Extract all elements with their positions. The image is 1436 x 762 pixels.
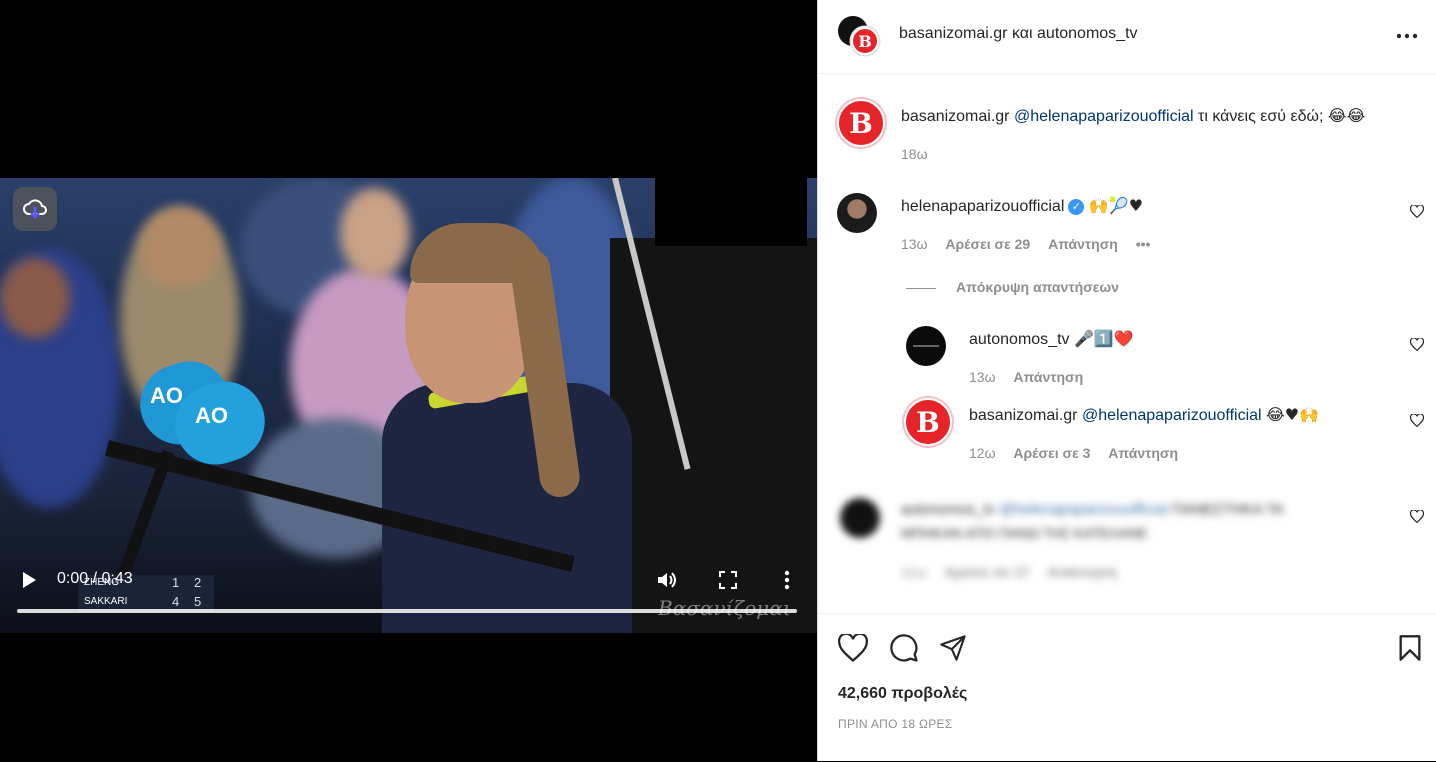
play-icon[interactable] bbox=[20, 570, 38, 590]
caption-emoji: 😂😂 bbox=[1327, 106, 1366, 125]
reply-button[interactable]: Απάντηση bbox=[1048, 236, 1118, 252]
share-icon[interactable] bbox=[939, 634, 967, 662]
avatar[interactable] bbox=[906, 326, 946, 366]
header-user1[interactable]: basanizomai.gr bbox=[899, 25, 1008, 42]
reply-text: autonomos_tv 🎤1️⃣❤️ bbox=[969, 329, 1134, 349]
comment-user[interactable]: autonomos_tv bbox=[901, 501, 995, 518]
reply-user[interactable]: basanizomai.gr bbox=[969, 407, 1078, 424]
avatar[interactable]: B bbox=[837, 99, 885, 147]
hide-replies-button[interactable]: Απόκρυψη απαντήσεων bbox=[956, 279, 1119, 295]
video-controls: 0:00 / 0:43 bbox=[0, 565, 817, 615]
header-user2[interactable]: autonomos_tv bbox=[1037, 25, 1138, 42]
comment-text: helenapaparizouofficial ✓ 🙌🎾♥ bbox=[901, 196, 1143, 216]
black-box bbox=[655, 178, 807, 246]
avatar-logo bbox=[913, 345, 939, 347]
cloud-download-button[interactable] bbox=[13, 187, 57, 231]
video-player[interactable]: AO AO ZHENG 1 2 SAKKARI 4 5 Βασανίζομαι … bbox=[0, 0, 817, 761]
header-users: basanizomai.gr και autonomos_tv bbox=[899, 25, 1138, 43]
avatar[interactable]: B bbox=[851, 27, 879, 55]
more-options-icon[interactable] bbox=[1396, 33, 1418, 39]
background-figure bbox=[0, 258, 70, 338]
comment-emoji: 🙌🎾♥ bbox=[1088, 196, 1144, 215]
verified-badge-icon: ✓ bbox=[1068, 198, 1085, 215]
comment-time: 11ω bbox=[901, 564, 927, 580]
divider-line bbox=[906, 288, 936, 289]
like-comment-icon[interactable] bbox=[1410, 338, 1424, 351]
reply-button[interactable]: Απάντηση bbox=[1013, 369, 1083, 385]
views-count[interactable]: 42,660 προβολές bbox=[838, 685, 967, 703]
comment-user[interactable]: helenapaparizouofficial bbox=[901, 198, 1064, 215]
comment-meta: 11ω Αρέσει σε 17 Απάντηση bbox=[901, 564, 1131, 580]
avatar[interactable]: B bbox=[904, 398, 952, 446]
reply-meta: 12ω Αρέσει σε 3 Απάντηση bbox=[969, 445, 1192, 461]
cloud-download-icon bbox=[23, 199, 47, 219]
header-joiner: και bbox=[1011, 25, 1033, 42]
post-timestamp[interactable]: ΠΡΙΝ ΑΠΟ 18 ΩΡΕΣ bbox=[838, 717, 953, 731]
fullscreen-icon[interactable] bbox=[719, 571, 737, 589]
comment-likes[interactable]: Αρέσει σε 17 bbox=[944, 564, 1029, 580]
comment-time: 13ω bbox=[901, 236, 928, 252]
post-panel: B basanizomai.gr και autonomos_tv B basa… bbox=[817, 0, 1436, 761]
comment-more-icon[interactable]: ••• bbox=[1136, 236, 1151, 252]
comment-meta: 13ω Αρέσει σε 29 Απάντηση ••• bbox=[901, 236, 1164, 252]
mic-logo: AO bbox=[195, 403, 228, 428]
reply-button[interactable]: Απάντηση bbox=[1108, 445, 1178, 461]
caption-user[interactable]: basanizomai.gr bbox=[901, 108, 1010, 125]
reply-text: basanizomai.gr @helenapaparizouofficial … bbox=[969, 405, 1319, 425]
caption-mention[interactable]: @helenapaparizouofficial bbox=[1014, 108, 1194, 125]
post-actions: 42,660 προβολές ΠΡΙΝ ΑΠΟ 18 ΩΡΕΣ bbox=[818, 613, 1436, 762]
background-figure bbox=[340, 188, 410, 278]
comment-body: ΠΑΝΕΣΤΗΚΑ ΤΑ bbox=[1171, 501, 1285, 518]
more-vertical-icon[interactable] bbox=[782, 569, 792, 591]
bookmark-icon[interactable] bbox=[1398, 634, 1422, 662]
avatar[interactable] bbox=[837, 193, 877, 233]
background-figure bbox=[140, 208, 220, 288]
avatar[interactable] bbox=[840, 498, 880, 538]
reply-meta: 13ω Απάντηση bbox=[969, 369, 1097, 385]
reply-time: 13ω bbox=[969, 369, 996, 385]
reply-emoji: 🎤1️⃣❤️ bbox=[1073, 329, 1134, 348]
video-time: 0:00 / 0:43 bbox=[57, 570, 133, 587]
post-header: B basanizomai.gr και autonomos_tv bbox=[818, 0, 1436, 74]
mic-logo: AO bbox=[150, 383, 183, 408]
like-comment-icon[interactable] bbox=[1410, 510, 1424, 523]
reply-mention[interactable]: @helenapaparizouofficial bbox=[1082, 407, 1262, 424]
like-comment-icon[interactable] bbox=[1410, 205, 1424, 218]
comment-text: autonomos_tv @helenapaparizouofficial ΠΑ… bbox=[901, 501, 1284, 518]
caption-time: 18ω bbox=[901, 146, 928, 162]
caption-body: τι κάνεις εσύ εδώ; bbox=[1198, 108, 1324, 125]
comment-mention[interactable]: @helenapaparizouofficial bbox=[999, 501, 1167, 518]
caption-text: basanizomai.gr @helenapaparizouofficial … bbox=[901, 106, 1365, 126]
video-progress-bar[interactable] bbox=[17, 609, 797, 613]
like-comment-icon[interactable] bbox=[1410, 414, 1424, 427]
comment-likes[interactable]: Αρέσει σε 29 bbox=[945, 236, 1030, 252]
reply-time: 12ω bbox=[969, 445, 996, 461]
reply-user[interactable]: autonomos_tv bbox=[969, 331, 1070, 348]
volume-icon[interactable] bbox=[656, 569, 678, 591]
reply-emoji: 😂♥🙌 bbox=[1266, 405, 1319, 424]
reply-likes[interactable]: Αρέσει σε 3 bbox=[1013, 445, 1090, 461]
comment-icon[interactable] bbox=[889, 633, 919, 663]
comment-body-cont: ΜΠΗΚΑΝ ΑΠΟ ΠΑΝΩ ΤΗΣ ΚΑΤΕΛΑΝΕ bbox=[901, 525, 1148, 541]
reply-button[interactable]: Απάντηση bbox=[1047, 564, 1117, 580]
like-icon[interactable] bbox=[838, 634, 868, 662]
